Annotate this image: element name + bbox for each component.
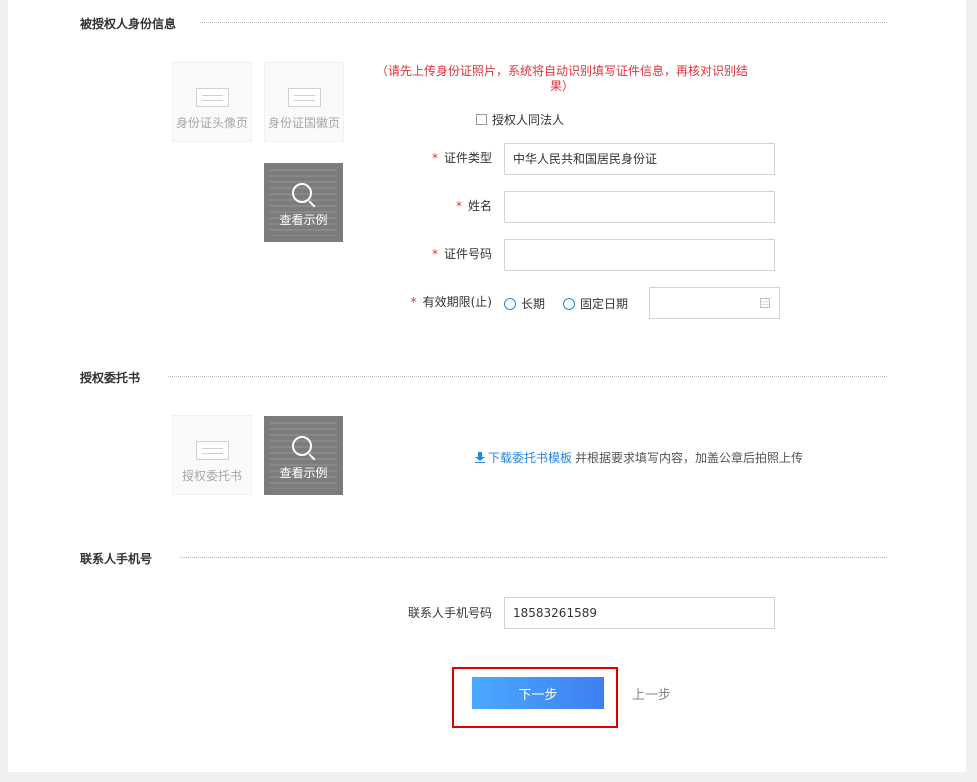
download-hint: 并根据要求填写内容，加盖公章后拍照上传 — [575, 451, 804, 465]
name-input[interactable] — [504, 191, 775, 223]
previous-step-link[interactable]: 上一步 — [632, 684, 671, 703]
required-mark: * — [455, 199, 462, 213]
id-back-label: 身份证国徽页 — [267, 116, 340, 130]
magnifier-icon — [292, 183, 312, 203]
radio-button[interactable] — [504, 297, 516, 310]
phone-label: 联系人手机号码 — [407, 606, 492, 620]
validity-date-input[interactable] — [649, 287, 780, 319]
id-back-upload[interactable]: 身份证国徽页 — [264, 62, 344, 142]
same-as-legal-option[interactable]: 授权人同法人 — [476, 111, 564, 128]
radio-label: 固定日期 — [580, 297, 629, 311]
validity-option-long-term[interactable]: 长期 — [504, 295, 545, 312]
id-card-icon — [196, 88, 229, 107]
same-as-legal-label: 授权人同法人 — [492, 113, 565, 127]
magnifier-icon — [292, 436, 312, 456]
calendar-icon[interactable] — [760, 298, 770, 308]
section-divider — [180, 557, 887, 558]
id-front-upload[interactable]: 身份证头像页 — [172, 62, 252, 142]
download-template-row: 下载委托书模板 并根据要求填写内容，加盖公章后拍照上传 — [475, 449, 803, 466]
section-title-authorized-person: 被授权人身份信息 — [80, 15, 185, 32]
name-label: * 姓名 — [455, 199, 492, 213]
next-step-button[interactable]: 下一步 — [472, 677, 604, 709]
letter-example-label: 查看示例 — [279, 466, 328, 480]
validity-radio-group: 长期 固定日期 — [504, 295, 646, 312]
same-as-legal-checkbox[interactable] — [476, 114, 487, 125]
required-mark: * — [431, 151, 438, 165]
required-mark: * — [410, 295, 417, 309]
download-icon[interactable] — [475, 452, 485, 463]
letter-example-button[interactable]: 查看示例 — [264, 416, 343, 495]
id-number-input[interactable] — [504, 239, 775, 271]
section-title-authorization-letter: 授权委托书 — [80, 369, 149, 386]
document-icon — [196, 441, 229, 460]
id-front-label: 身份证头像页 — [175, 116, 248, 130]
radio-button[interactable] — [563, 297, 576, 310]
letter-upload-label: 授权委托书 — [181, 469, 242, 483]
validity-option-fixed-date[interactable]: 固定日期 — [563, 295, 628, 312]
id-type-select[interactable]: 中华人民共和国居民身份证 — [504, 143, 775, 175]
section-divider — [200, 22, 887, 23]
section-divider — [168, 376, 887, 377]
validity-label: * 有效期限(止) — [410, 295, 492, 309]
download-template-link[interactable]: 下载委托书模板 — [488, 449, 572, 466]
id-upload-hint: （请先上传身份证照片，系统将自动识别填写证件信息，再核对识别结果） — [375, 64, 748, 93]
section-title-contact-phone: 联系人手机号 — [80, 550, 161, 567]
id-type-label: * 证件类型 — [431, 151, 492, 165]
id-number-label: * 证件号码 — [431, 247, 492, 261]
phone-input[interactable]: 18583261589 — [504, 597, 775, 629]
id-card-icon — [288, 88, 321, 107]
letter-upload[interactable]: 授权委托书 — [172, 415, 252, 495]
radio-label: 长期 — [521, 297, 546, 311]
required-mark: * — [431, 247, 438, 261]
